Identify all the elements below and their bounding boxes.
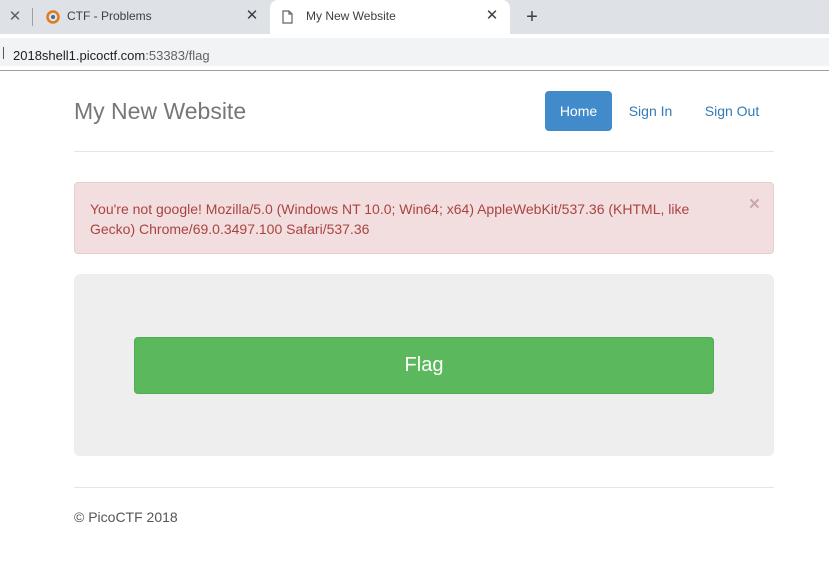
page-content: My New Website Home Sign In Sign Out You… xyxy=(0,71,829,576)
tab-ctf-problems[interactable]: CTF - Problems ✕ xyxy=(36,0,270,34)
nav-sign-in-link[interactable]: Sign In xyxy=(623,91,678,131)
picoctf-logo-icon xyxy=(46,10,60,24)
tab-separator xyxy=(32,8,33,26)
close-icon[interactable]: ✕ xyxy=(6,8,24,26)
alert-message: You're not google! Mozilla/5.0 (Windows … xyxy=(90,201,690,237)
footer-text: © PicoCTF 2018 xyxy=(74,509,178,525)
jumbotron: Flag xyxy=(74,274,774,456)
tab-title: CTF - Problems xyxy=(67,9,152,23)
tab-my-new-website[interactable]: My New Website ✕ xyxy=(270,0,510,34)
url-host: 2018shell1.picoctf.com xyxy=(13,48,146,63)
omnibox[interactable]: 2018shell1.picoctf.com:53383/flag xyxy=(0,38,829,66)
footer-divider xyxy=(74,487,774,488)
tab-title: My New Website xyxy=(306,9,396,23)
site-title: My New Website xyxy=(74,98,247,124)
close-icon[interactable]: ✕ xyxy=(484,8,500,24)
page-icon xyxy=(282,10,293,24)
danger-alert: You're not google! Mozilla/5.0 (Windows … xyxy=(74,182,774,254)
flag-button[interactable]: Flag xyxy=(134,337,714,394)
close-icon[interactable]: × xyxy=(749,195,760,215)
browser-tab-strip: ✕ CTF - Problems ✕ My New Website ✕ + xyxy=(0,0,829,34)
address-bar: 2018shell1.picoctf.com:53383/flag xyxy=(0,34,829,71)
url-path: :53383/flag xyxy=(145,48,210,63)
nav-home-link[interactable]: Home xyxy=(545,91,612,131)
close-icon[interactable]: ✕ xyxy=(244,8,260,24)
text-cursor xyxy=(3,47,4,59)
nav-sign-out-link[interactable]: Sign Out xyxy=(699,91,765,131)
url-text[interactable]: 2018shell1.picoctf.com:53383/flag xyxy=(13,48,210,63)
new-tab-plus-icon[interactable]: + xyxy=(521,6,543,28)
header-divider xyxy=(74,151,774,152)
